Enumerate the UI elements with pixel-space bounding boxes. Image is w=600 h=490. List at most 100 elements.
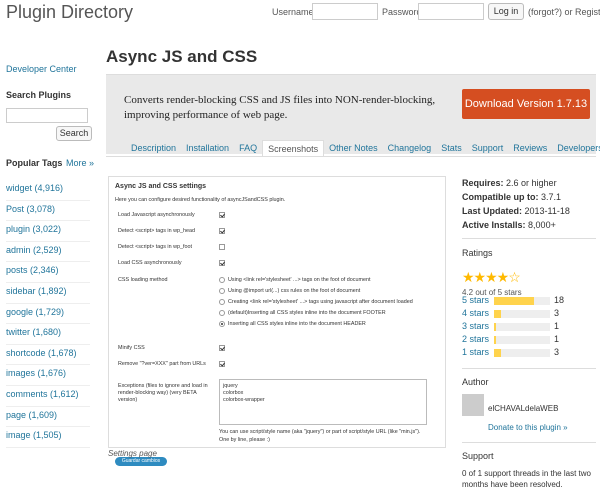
tab-stats[interactable]: Stats xyxy=(436,140,467,156)
tag-list: widget (4,916) Post (3,078) plugin (3,02… xyxy=(6,180,90,448)
support-heading: Support xyxy=(462,451,494,461)
donate-link[interactable]: Donate to this plugin » xyxy=(488,423,568,432)
forgot-register-link[interactable]: (forgot?) or Register xyxy=(528,7,600,17)
option-checkbox xyxy=(219,244,225,250)
tag-item[interactable]: image (1,505) xyxy=(6,427,90,448)
rating-bar xyxy=(494,349,550,357)
rating-row[interactable]: 5 stars 18 xyxy=(462,295,596,308)
plugin-description: Converts render-blocking CSS and JS file… xyxy=(124,94,436,121)
tab-divider xyxy=(106,156,596,157)
tag-item[interactable]: page (1,609) xyxy=(6,407,90,428)
rating-bar xyxy=(494,323,550,331)
save-changes-button: Guardar cambios xyxy=(115,457,167,466)
password-input[interactable] xyxy=(418,3,484,20)
more-tags-link[interactable]: More » xyxy=(66,158,96,168)
requires-row: Requires: 2.6 or higher xyxy=(462,178,557,188)
css-method-radio xyxy=(219,310,225,316)
rating-row[interactable]: 2 stars 1 xyxy=(462,334,596,347)
rating-bar-fill xyxy=(494,323,497,331)
css-method-option: Creating <link rel='stylesheet' ...> tag… xyxy=(228,299,413,305)
css-method-option: (default)Inserting all CSS styles inline… xyxy=(228,310,386,316)
divider xyxy=(462,368,596,369)
exceptions-textarea: jquery colorbox colorbox-wrapper xyxy=(219,379,427,425)
css-method-option: Using @import url(...) css rules on the … xyxy=(228,288,361,294)
divider xyxy=(462,442,596,443)
settings-screenshot[interactable]: Async JS and CSS settings Here you can c… xyxy=(108,176,446,466)
tag-item[interactable]: twitter (1,680) xyxy=(6,324,90,345)
rating-bar xyxy=(494,310,550,318)
css-method-radio xyxy=(219,277,225,283)
rating-row[interactable]: 3 stars 1 xyxy=(462,321,596,334)
search-input[interactable] xyxy=(6,108,88,123)
settings-subtitle: Here you can configure desired functiona… xyxy=(115,197,286,203)
option-label: Detect <script> tags in wp_foot xyxy=(118,244,193,250)
tag-item[interactable]: comments (1,612) xyxy=(6,386,90,407)
ratings-heading: Ratings xyxy=(462,248,493,258)
tab-faq[interactable]: FAQ xyxy=(234,140,262,156)
css-method-radio xyxy=(219,299,225,305)
tag-item[interactable]: sidebar (1,892) xyxy=(6,283,90,304)
remove-ver-label: Remove "?ver=XXX" part from URLs xyxy=(118,361,206,367)
minify-checkbox xyxy=(219,345,225,351)
tag-item[interactable]: images (1,676) xyxy=(6,365,90,386)
option-checkbox xyxy=(219,260,225,266)
tag-item[interactable]: plugin (3,022) xyxy=(6,221,90,242)
tag-item[interactable]: Post (3,078) xyxy=(6,201,90,222)
username-label: Username xyxy=(272,7,314,17)
search-heading: Search Plugins xyxy=(6,90,72,100)
installs-row: Active Installs: 8,000+ xyxy=(462,220,556,230)
css-method-option: Inserting all CSS styles inline into the… xyxy=(228,321,366,327)
author-heading: Author xyxy=(462,377,489,387)
avatar xyxy=(462,394,484,416)
password-label: Password xyxy=(382,7,422,17)
author-name[interactable]: elCHAVALdelaWEB xyxy=(488,404,558,413)
tab-support[interactable]: Support xyxy=(467,140,509,156)
remove-ver-checkbox xyxy=(219,361,225,367)
rating-bar-fill xyxy=(494,310,501,318)
download-button[interactable]: Download Version 1.7.13 xyxy=(462,89,590,119)
tab-screenshots[interactable]: Screenshots xyxy=(262,140,325,156)
search-button[interactable]: Search xyxy=(56,126,92,141)
screenshot-caption: Settings page xyxy=(108,449,157,458)
css-method-radio xyxy=(219,321,225,327)
tab-reviews[interactable]: Reviews xyxy=(508,140,552,156)
site-header: Plugin Directory Username Password Log i… xyxy=(0,0,600,28)
tag-item[interactable]: posts (2,346) xyxy=(6,262,90,283)
developer-center-link[interactable]: Developer Center xyxy=(6,64,77,74)
settings-title: Async JS and CSS settings xyxy=(115,183,207,190)
option-label: Detect <script> tags in wp_head xyxy=(118,228,196,234)
option-checkbox xyxy=(219,212,225,218)
updated-row: Last Updated: 2013-11-18 xyxy=(462,206,570,216)
tag-item[interactable]: admin (2,529) xyxy=(6,242,90,263)
tag-item[interactable]: shortcode (1,678) xyxy=(6,345,90,366)
plugin-meta: Requires: 2.6 or higher Compatible up to… xyxy=(462,176,596,489)
minify-label: Minify CSS xyxy=(118,345,145,351)
exceptions-hint: One by line, please :) xyxy=(219,437,270,443)
popular-tags-heading: Popular Tags xyxy=(6,158,63,168)
exception-line: colorbox-wrapper xyxy=(223,397,265,403)
css-method-label: CSS loading method xyxy=(118,277,168,283)
exceptions-hint: You can use script/style name (aka "jque… xyxy=(219,429,421,435)
site-title[interactable]: Plugin Directory xyxy=(6,2,133,23)
css-method-option: Using <link rel='stylesheet' ...> tags o… xyxy=(228,277,371,283)
tab-description[interactable]: Description xyxy=(126,140,181,156)
divider xyxy=(462,238,596,239)
rating-bar xyxy=(494,336,550,344)
username-input[interactable] xyxy=(312,3,378,20)
exception-line: colorbox xyxy=(223,390,244,396)
tag-item[interactable]: google (1,729) xyxy=(6,304,90,325)
exception-line: jquery xyxy=(223,383,238,389)
rating-bar-fill xyxy=(494,336,497,344)
rating-row[interactable]: 1 stars 3 xyxy=(462,347,596,360)
css-method-radio xyxy=(219,288,225,294)
compatible-row: Compatible up to: 3.7.1 xyxy=(462,192,562,202)
tab-changelog[interactable]: Changelog xyxy=(383,140,437,156)
star-rating-icon: ★★★★☆ xyxy=(462,269,521,285)
rating-row[interactable]: 4 stars 3 xyxy=(462,308,596,321)
tab-developers[interactable]: Developers xyxy=(552,140,600,156)
tab-installation[interactable]: Installation xyxy=(181,140,234,156)
login-button[interactable]: Log in xyxy=(488,3,524,20)
tab-other-notes[interactable]: Other Notes xyxy=(324,140,383,156)
plugin-title: Async JS and CSS xyxy=(106,47,258,66)
tag-item[interactable]: widget (4,916) xyxy=(6,180,90,201)
